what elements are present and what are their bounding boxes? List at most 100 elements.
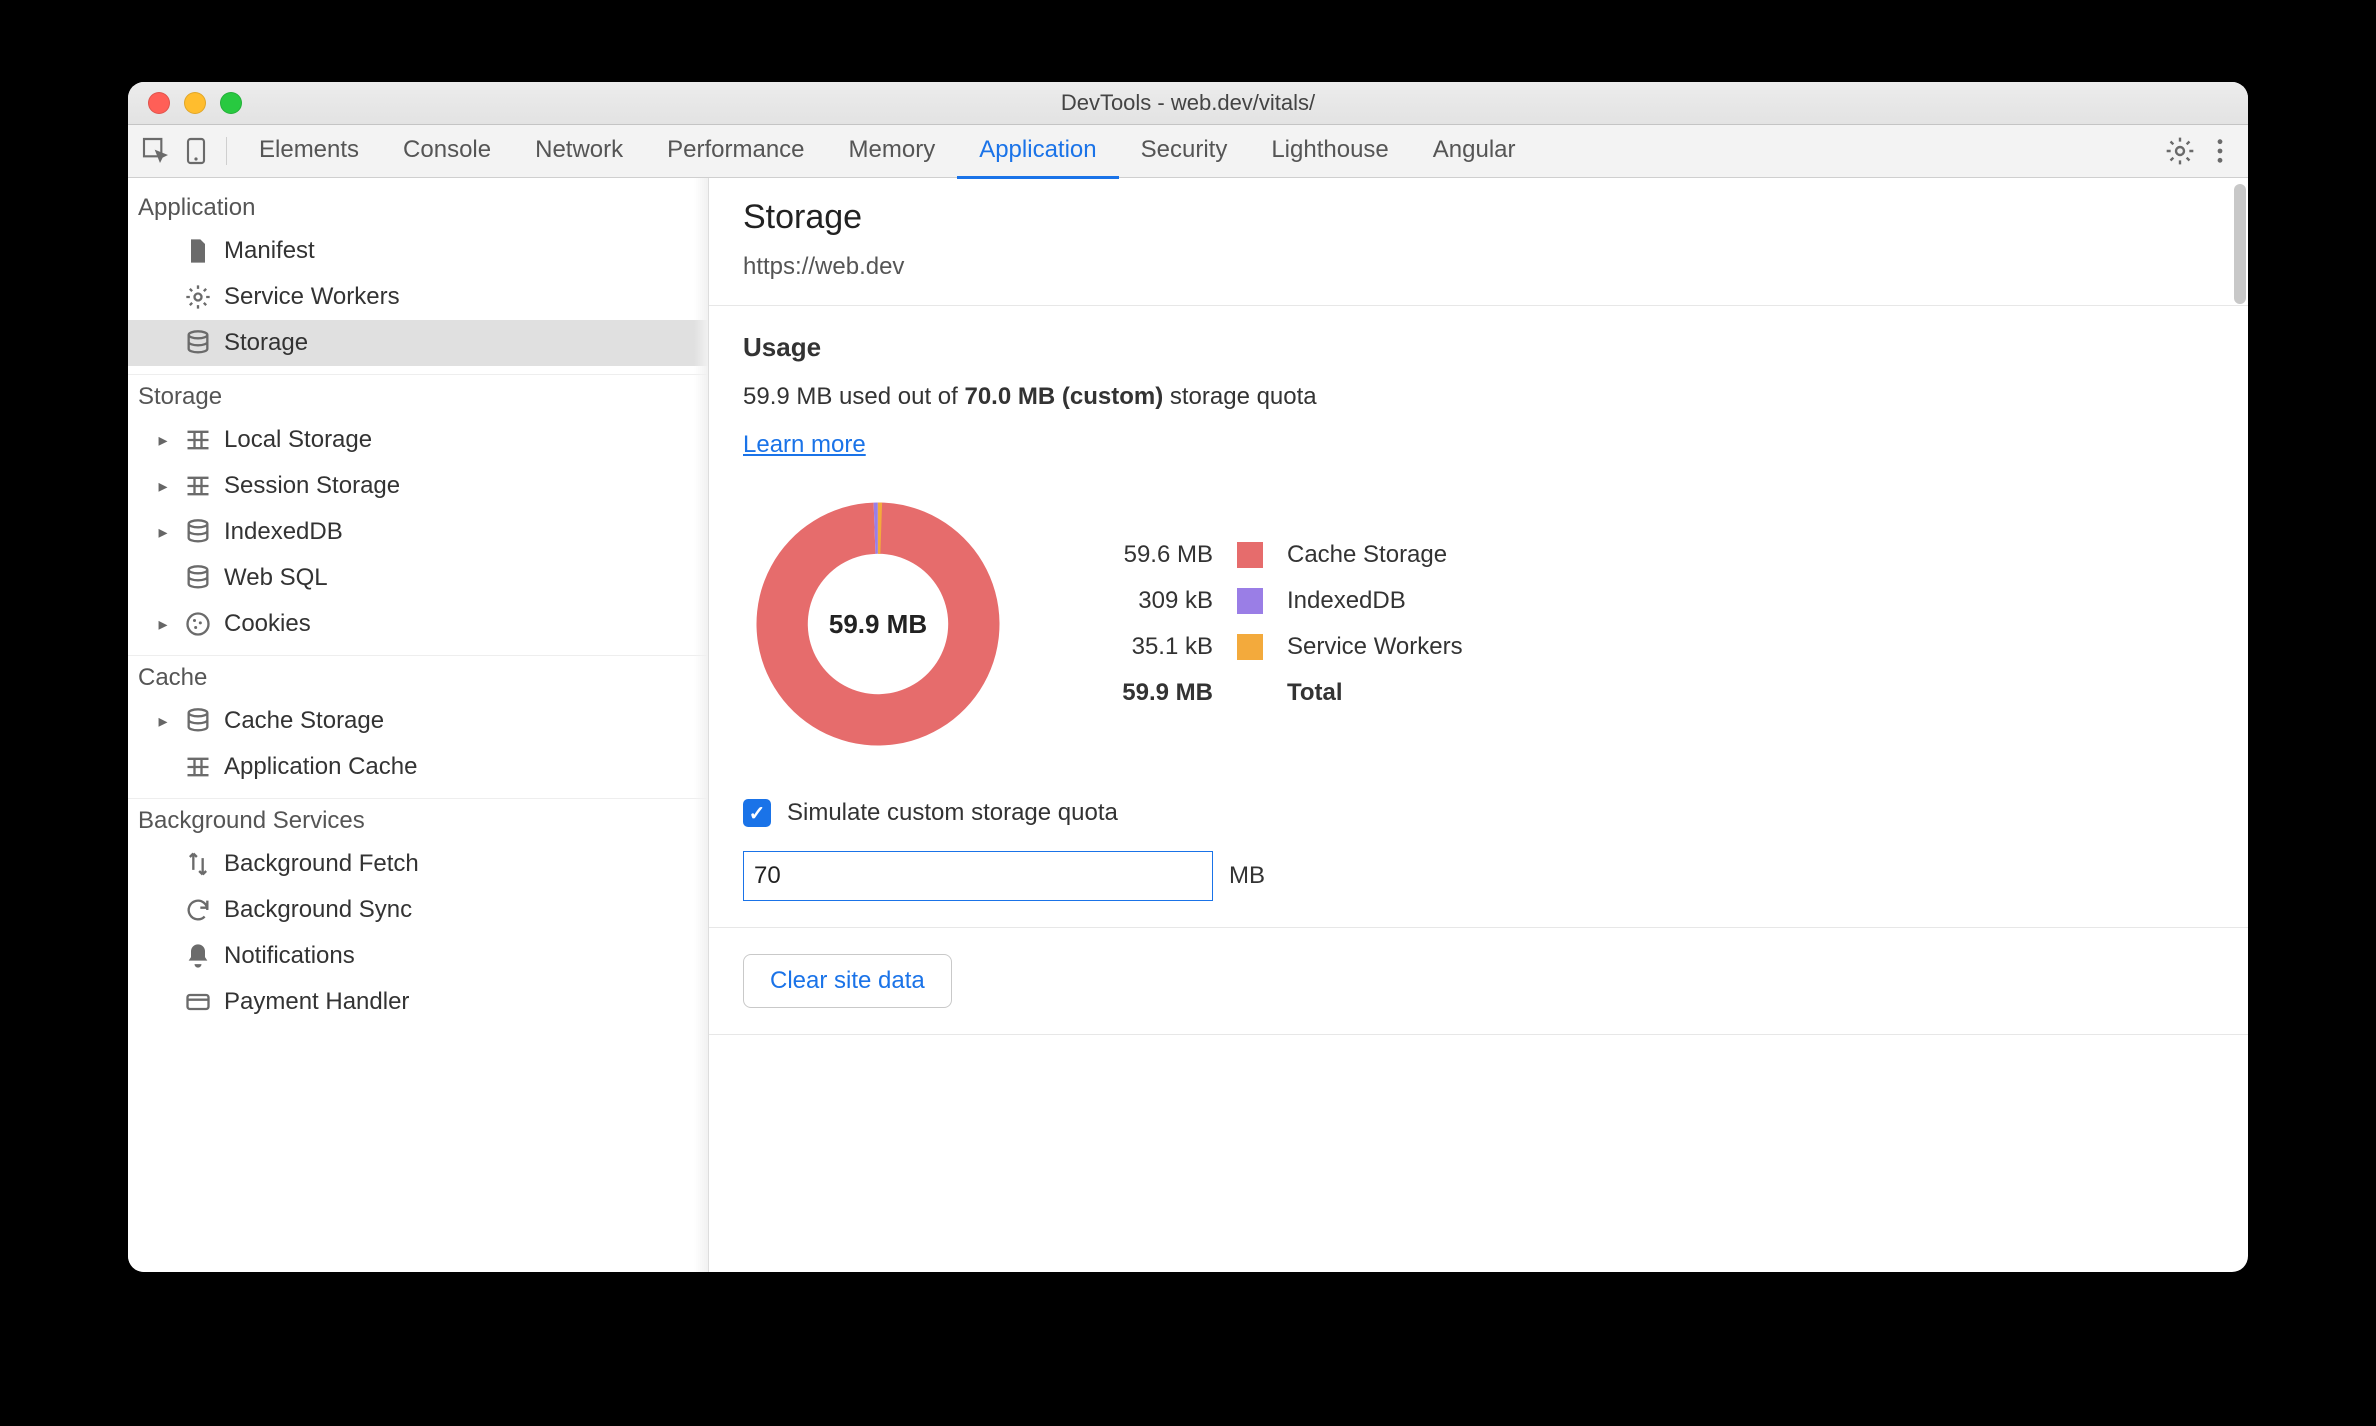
tab-performance[interactable]: Performance bbox=[645, 124, 826, 176]
more-menu-icon[interactable] bbox=[2204, 135, 2236, 167]
tab-security[interactable]: Security bbox=[1119, 124, 1250, 176]
sidebar-section: Background Services bbox=[128, 798, 708, 841]
arrows-icon bbox=[184, 850, 212, 878]
sidebar-item-label: Storage bbox=[224, 329, 308, 357]
chevron-right-icon: ▸ bbox=[154, 430, 172, 451]
usage-quota-bold: 70.0 MB (custom) bbox=[964, 383, 1163, 410]
sidebar-item-label: Payment Handler bbox=[224, 988, 409, 1016]
tab-application[interactable]: Application bbox=[957, 124, 1118, 179]
legend-label: Service Workers bbox=[1287, 633, 1463, 661]
window-title: DevTools - web.dev/vitals/ bbox=[128, 90, 2248, 116]
tab-elements[interactable]: Elements bbox=[237, 124, 381, 176]
legend-value: 35.1 kB bbox=[1093, 633, 1213, 661]
sidebar-item-label: Web SQL bbox=[224, 564, 328, 592]
application-content: Storage https://web.dev Usage 59.9 MB us… bbox=[709, 178, 2248, 1272]
sidebar-item-session-storage[interactable]: ▸ Session Storage bbox=[128, 463, 708, 509]
tab-lighthouse[interactable]: Lighthouse bbox=[1249, 124, 1410, 176]
legend-total-value: 59.9 MB bbox=[1093, 679, 1213, 707]
usage-section: Usage 59.9 MB used out of 70.0 MB (custo… bbox=[709, 306, 2248, 928]
sidebar-item-manifest[interactable]: Manifest bbox=[128, 228, 708, 274]
quota-input[interactable] bbox=[743, 851, 1213, 901]
sidebar-item-local-storage[interactable]: ▸ Local Storage bbox=[128, 417, 708, 463]
gear-icon bbox=[184, 283, 212, 311]
sidebar-item-label: Application Cache bbox=[224, 753, 417, 781]
chevron-right-icon: ▸ bbox=[154, 614, 172, 635]
window-titlebar: DevTools - web.dev/vitals/ bbox=[128, 82, 2248, 125]
sidebar-item-label: Local Storage bbox=[224, 426, 372, 454]
sidebar-item-cookies[interactable]: ▸ Cookies bbox=[128, 601, 708, 647]
devtools-window: DevTools - web.dev/vitals/ ElementsConso… bbox=[128, 82, 2248, 1272]
inspect-icon[interactable] bbox=[140, 135, 172, 167]
panel-header: Storage https://web.dev bbox=[709, 178, 2248, 306]
device-icon[interactable] bbox=[180, 135, 212, 167]
sidebar-item-label: Session Storage bbox=[224, 472, 400, 500]
minimize-window-button[interactable] bbox=[184, 92, 206, 114]
db-icon bbox=[184, 329, 212, 357]
sidebar-item-notifications[interactable]: Notifications bbox=[128, 933, 708, 979]
usage-title: Usage bbox=[743, 332, 2214, 363]
panel-origin: https://web.dev bbox=[743, 253, 2214, 281]
db-icon bbox=[184, 707, 212, 735]
sidebar-item-label: Notifications bbox=[224, 942, 355, 970]
db-icon bbox=[184, 564, 212, 592]
bell-icon bbox=[184, 942, 212, 970]
window-controls bbox=[128, 92, 242, 114]
usage-legend: 59.6 MBCache Storage309 kBIndexedDB35.1 … bbox=[1093, 541, 1463, 707]
clear-section: Clear site data bbox=[709, 928, 2248, 1035]
usage-summary: 59.9 MB used out of 70.0 MB (custom) sto… bbox=[743, 383, 2214, 411]
card-icon bbox=[184, 988, 212, 1016]
file-icon bbox=[184, 237, 212, 265]
sidebar-item-cache-storage[interactable]: ▸ Cache Storage bbox=[128, 698, 708, 744]
sidebar-section: Application bbox=[128, 178, 708, 228]
sidebar-item-service-workers[interactable]: Service Workers bbox=[128, 274, 708, 320]
legend-swatch bbox=[1237, 542, 1263, 568]
close-window-button[interactable] bbox=[148, 92, 170, 114]
grid-icon bbox=[184, 426, 212, 454]
sync-icon bbox=[184, 896, 212, 924]
sidebar-item-label: Background Sync bbox=[224, 896, 412, 924]
sidebar-item-label: Service Workers bbox=[224, 283, 400, 311]
sidebar-section: Storage bbox=[128, 374, 708, 417]
simulate-quota-row[interactable]: ✓ Simulate custom storage quota bbox=[743, 799, 2214, 827]
legend-total-label: Total bbox=[1287, 679, 1463, 707]
sidebar-item-label: IndexedDB bbox=[224, 518, 343, 546]
settings-gear-icon[interactable] bbox=[2164, 135, 2196, 167]
grid-icon bbox=[184, 472, 212, 500]
legend-value: 59.6 MB bbox=[1093, 541, 1213, 569]
sidebar-item-application-cache[interactable]: Application Cache bbox=[128, 744, 708, 790]
tab-memory[interactable]: Memory bbox=[827, 124, 958, 176]
tab-console[interactable]: Console bbox=[381, 124, 513, 176]
usage-donut-center: 59.9 MB bbox=[743, 489, 1013, 759]
tab-angular[interactable]: Angular bbox=[1411, 124, 1538, 176]
legend-swatch bbox=[1237, 588, 1263, 614]
application-sidebar[interactable]: Application Manifest Service Workers Storag… bbox=[128, 178, 709, 1272]
usage-quota-suffix: storage quota bbox=[1170, 383, 1317, 410]
sidebar-item-indexeddb[interactable]: ▸IndexedDB bbox=[128, 509, 708, 555]
sidebar-item-label: Cache Storage bbox=[224, 707, 384, 735]
simulate-quota-label: Simulate custom storage quota bbox=[787, 799, 1118, 827]
sidebar-item-payment-handler[interactable]: Payment Handler bbox=[128, 979, 708, 1025]
sidebar-section: Cache bbox=[128, 655, 708, 698]
simulate-quota-checkbox[interactable]: ✓ bbox=[743, 799, 771, 827]
clear-site-data-button[interactable]: Clear site data bbox=[743, 954, 952, 1008]
grid-icon bbox=[184, 753, 212, 781]
cookie-icon bbox=[184, 610, 212, 638]
sidebar-item-background-sync[interactable]: Background Sync bbox=[128, 887, 708, 933]
panel-title: Storage bbox=[743, 198, 2214, 237]
legend-value: 309 kB bbox=[1093, 587, 1213, 615]
usage-used-text: 59.9 MB used out of bbox=[743, 383, 964, 410]
db-icon bbox=[184, 518, 212, 546]
sidebar-item-storage[interactable]: Storage bbox=[128, 320, 708, 366]
chevron-right-icon: ▸ bbox=[154, 476, 172, 497]
legend-swatch bbox=[1237, 634, 1263, 660]
quota-unit: MB bbox=[1229, 862, 1265, 890]
learn-more-link[interactable]: Learn more bbox=[743, 431, 866, 459]
zoom-window-button[interactable] bbox=[220, 92, 242, 114]
sidebar-item-background-fetch[interactable]: Background Fetch bbox=[128, 841, 708, 887]
chevron-right-icon: ▸ bbox=[154, 711, 172, 732]
sidebar-item-web-sql[interactable]: Web SQL bbox=[128, 555, 708, 601]
legend-label: IndexedDB bbox=[1287, 587, 1463, 615]
tab-network[interactable]: Network bbox=[513, 124, 645, 176]
sidebar-item-label: Cookies bbox=[224, 610, 311, 638]
sidebar-item-label: Manifest bbox=[224, 237, 315, 265]
